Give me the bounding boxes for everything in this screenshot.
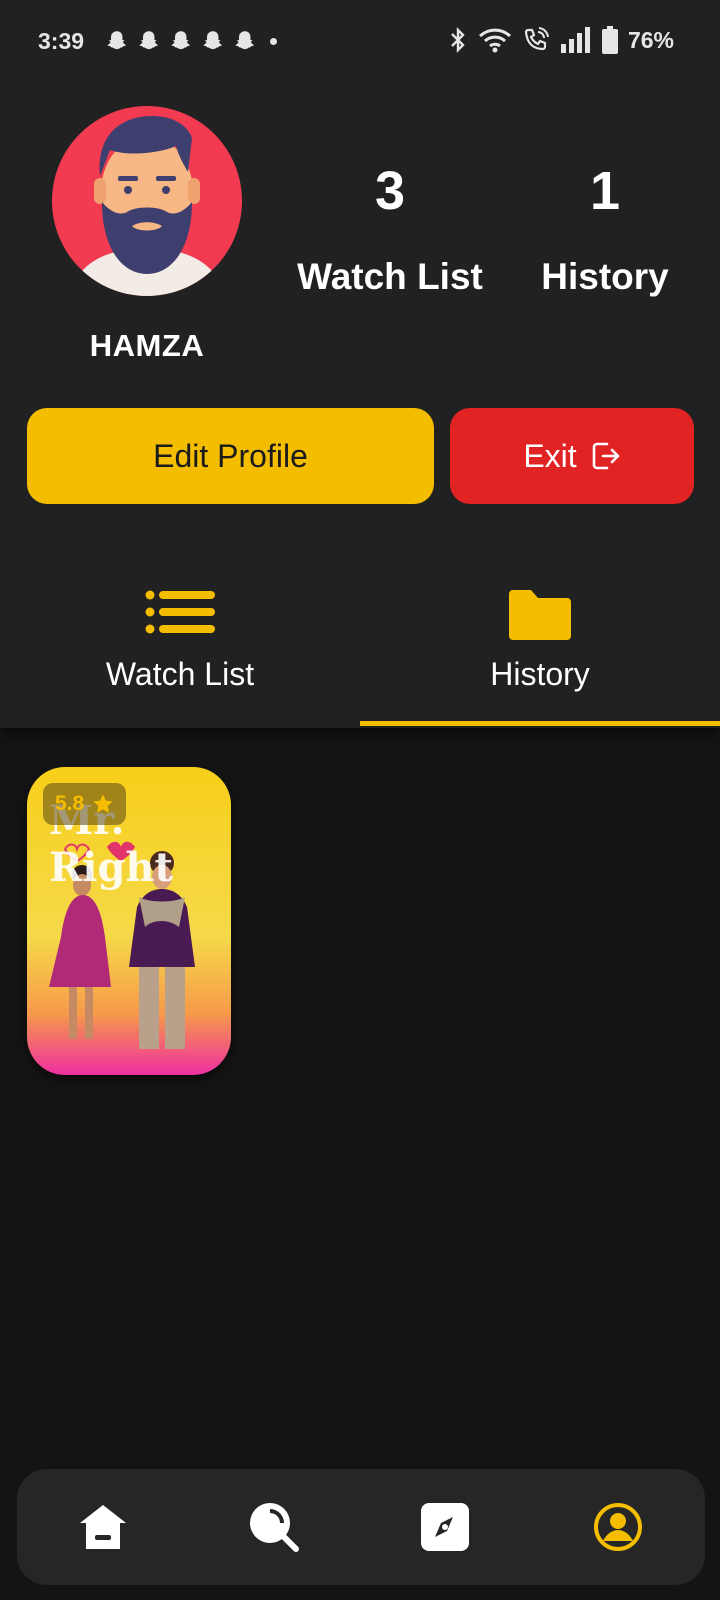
battery-icon — [601, 26, 618, 54]
wifi-calling-icon — [524, 27, 549, 51]
history-stat[interactable]: 1 History — [520, 160, 690, 298]
exit-label: Exit — [523, 437, 577, 474]
username: HAMZA — [89, 328, 205, 363]
home-icon — [80, 1505, 126, 1549]
battery-percent: 76% — [627, 26, 674, 53]
snapchat-icon — [171, 31, 191, 50]
watch-list-stat[interactable]: 3 Watch List — [290, 160, 490, 298]
more-notifications-dot — [270, 37, 277, 45]
snapchat-icon — [107, 31, 127, 50]
edit-profile-button[interactable]: Edit Profile — [27, 408, 434, 504]
exit-button[interactable]: Exit — [450, 408, 694, 504]
status-bar: 3:39 76% — [0, 0, 720, 84]
nav-explore[interactable] — [417, 1499, 473, 1555]
wifi-icon — [478, 28, 511, 53]
bottom-navigation — [17, 1469, 705, 1585]
tab-watch-list[interactable]: Watch List — [0, 590, 360, 724]
bluetooth-icon — [451, 27, 465, 53]
nav-home[interactable] — [75, 1499, 131, 1555]
system-status: 76% — [448, 26, 674, 54]
watch-list-stat-label: Watch List — [297, 256, 483, 297]
watch-list-count: 3 — [374, 161, 406, 221]
tab-watch-list-label: Watch List — [105, 656, 255, 692]
search-icon — [250, 1503, 299, 1552]
tab-history[interactable]: History — [360, 590, 720, 724]
avatar[interactable] — [52, 106, 242, 296]
folder-icon — [509, 590, 571, 640]
nav-profile[interactable] — [590, 1499, 646, 1555]
snapchat-icon — [203, 31, 223, 50]
explore-icon — [421, 1503, 469, 1551]
edit-profile-label: Edit Profile — [153, 437, 308, 474]
history-count: 1 — [589, 161, 621, 221]
nav-search[interactable] — [246, 1499, 302, 1555]
snapchat-icon — [235, 31, 255, 50]
active-tab-indicator — [360, 721, 720, 726]
snapchat-icon — [139, 31, 159, 50]
profile-icon — [594, 1503, 642, 1551]
signal-icon — [560, 27, 590, 53]
star-icon — [93, 794, 113, 813]
rating-badge: 5.8 — [43, 783, 127, 825]
tab-history-label: History — [490, 656, 590, 692]
status-time: 3:39 — [38, 28, 85, 54]
notification-icons — [104, 28, 277, 54]
history-stat-label: History — [541, 256, 669, 297]
logout-icon — [592, 442, 619, 470]
history-poster-card[interactable]: Mr. Right 5.8 — [27, 767, 231, 1075]
rating-value: 5.8 — [55, 792, 85, 815]
list-icon — [145, 590, 215, 634]
